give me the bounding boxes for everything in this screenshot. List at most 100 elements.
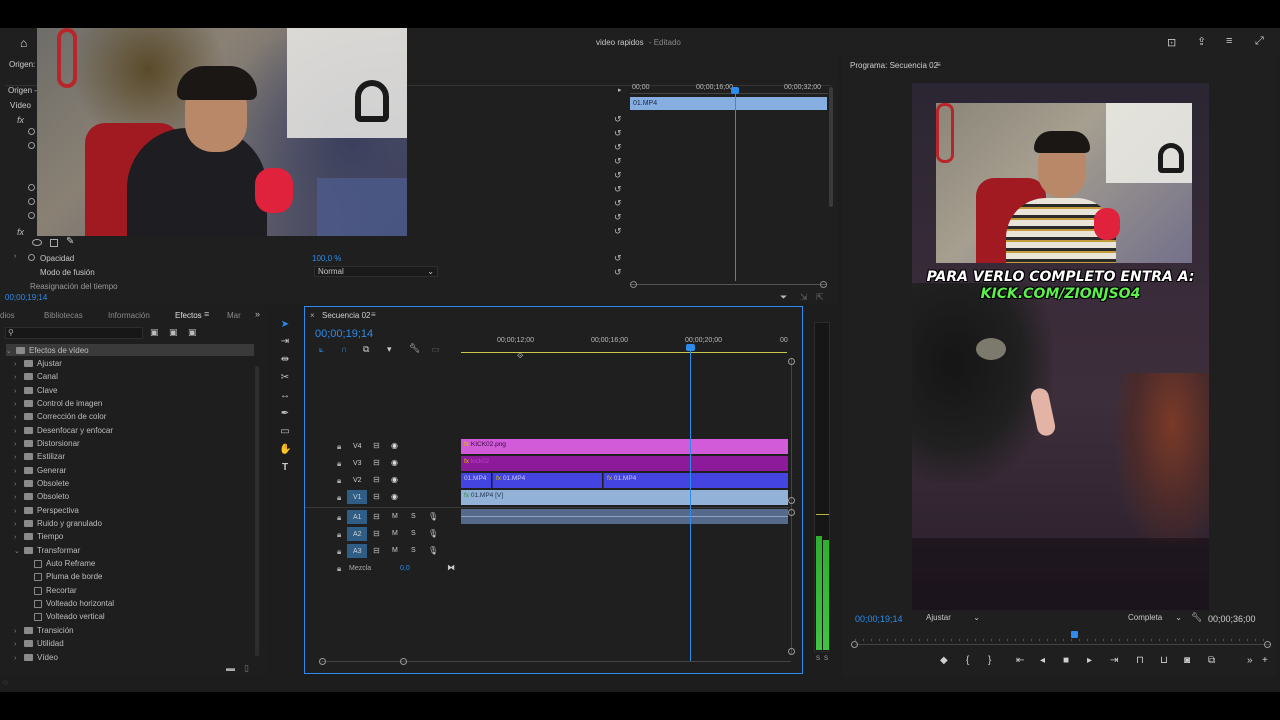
scroll-handle[interactable] [319,658,326,665]
effect-item[interactable]: Volteado vertical [34,610,105,623]
track-label-a3[interactable]: A3 [353,548,362,555]
tree-item[interactable]: › Obsolete [14,477,69,490]
razor-tool-icon[interactable]: ✂ [279,372,291,384]
step-back-icon[interactable]: ◂ [1040,655,1045,666]
timeline-vscroll[interactable] [791,359,792,654]
fullscreen-icon[interactable]: ⤢ [1255,35,1264,48]
panel-menu-icon[interactable]: ≡ [371,310,376,319]
share-icon[interactable]: ⇪ [1197,35,1206,48]
effect-item[interactable]: Auto Reframe [34,557,95,570]
tab-info[interactable]: Información [108,311,150,320]
lock-icon[interactable]: 🔒︎ [337,513,341,523]
clip-a1[interactable] [461,509,788,524]
blend-mode-select[interactable]: Normal ⌄ [314,266,438,277]
expand-arrow-icon[interactable]: › [14,253,16,260]
tree-item[interactable]: › Generar [14,464,66,477]
track-label-a1[interactable]: A1 [353,514,362,521]
scroll-handle[interactable] [788,509,795,516]
eye-icon[interactable]: ◉ [391,492,398,501]
solo-right[interactable]: S [824,656,828,662]
fit-select[interactable]: Ajustar ⌄ [926,613,980,625]
accelerated-effects-icon[interactable]: ▣ [150,327,159,338]
quick-export-icon[interactable]: ⊡ [1167,36,1176,49]
panel-menu-icon[interactable]: ≡ [936,60,941,69]
32bit-effects-icon[interactable]: ▣ [169,327,178,338]
stopwatch-icon[interactable] [28,212,35,219]
playhead-handle[interactable] [686,344,695,351]
scroll-handle[interactable] [820,281,827,288]
stopwatch-icon[interactable] [28,184,35,191]
tree-item[interactable]: › Estilizar [14,450,65,463]
stopwatch-icon[interactable] [28,128,35,135]
lift-icon[interactable]: ⊓ [1136,655,1144,666]
close-icon[interactable]: × [310,311,315,320]
track-select-tool-icon[interactable]: ⇥ [279,336,291,348]
go-to-out-icon[interactable]: ⇥ [1110,655,1118,666]
sync-lock-icon[interactable]: ⊟ [373,512,380,521]
mute-button[interactable]: M [392,547,398,554]
sync-lock-icon[interactable]: ⊟ [373,441,380,450]
clip-v2-a[interactable]: 01.MP4 [461,473,491,488]
effect-item[interactable]: Volteado horizontal [34,597,114,610]
stopwatch-icon[interactable] [28,198,35,205]
source-tab[interactable]: Origen: [9,60,35,69]
sync-lock-icon[interactable]: ⊟ [373,546,380,555]
captions-icon[interactable]: ▭ [431,344,440,355]
tree-item[interactable]: › Distorsionar [14,437,80,450]
lock-icon[interactable]: 🔒︎ [337,564,341,574]
pen-tool-icon[interactable]: ✒ [279,408,291,420]
mini-scrollbar[interactable] [630,284,826,285]
sync-lock-icon[interactable]: ⊟ [373,475,380,484]
mini-ruler[interactable]: 00;00 00;00;16;00 00;00;32;00 [630,84,828,94]
solo-left[interactable]: S [816,656,820,662]
tab-effects[interactable]: Efectos [175,311,202,320]
sync-lock-icon[interactable]: ⊟ [373,529,380,538]
mini-clip[interactable]: 01.MP4 [630,97,827,110]
stop-icon[interactable]: ■ [1063,655,1069,666]
solo-button[interactable]: S [411,547,416,554]
scroll-handle[interactable] [400,658,407,665]
snap-icon[interactable]: ∩ [341,344,347,354]
scroll-handle[interactable] [630,281,637,288]
program-title[interactable]: Programa: Secuencia 02 [850,61,938,70]
tree-item[interactable]: › Utilidad [14,637,64,650]
more-tabs-icon[interactable]: » [255,309,260,319]
sync-lock-icon[interactable]: ⊟ [373,458,380,467]
effect-item[interactable]: Pluma de borde [34,570,102,583]
hand-tool-icon[interactable]: ✋ [279,444,291,456]
wrench-icon[interactable]: 🔧︎ [1191,612,1202,623]
microphone-icon[interactable]: 🎙︎ [428,546,438,555]
microphone-icon[interactable]: 🎙︎ [428,512,438,521]
sync-lock-icon[interactable]: ⊟ [373,492,380,501]
quality-select[interactable]: Completa ⌄ [1128,613,1182,625]
tree-item[interactable]: › Desenfocar y enfocar [14,424,113,437]
go-to-in-icon[interactable]: ⇤ [1016,655,1024,666]
microphone-icon[interactable]: 🎙︎ [428,529,438,538]
track-label-v1[interactable]: V1 [353,494,362,501]
stopwatch-icon[interactable] [28,142,35,149]
scroll-handle[interactable] [788,648,795,655]
tree-item[interactable]: › Clave [14,384,57,397]
tree-item[interactable]: › Tiempo [14,530,63,543]
clip-v1[interactable]: fx 01.MP4 [V] [461,490,788,505]
delete-icon[interactable]: ▯ [244,663,249,674]
program-video-frame[interactable]: PARA VERLO COMPLETO ENTRA A: KICK.COM/ZI… [912,83,1209,610]
tree-item[interactable]: › Canal [14,370,58,383]
program-playhead[interactable] [1071,631,1078,638]
clip-v2-b[interactable]: fx 01.MP4 [492,473,602,488]
ripple-icon[interactable]: ⇲ [800,292,808,303]
scroll-handle[interactable] [1264,641,1271,648]
track-label-a2[interactable]: A2 [353,531,362,538]
slip-tool-icon[interactable]: ↔ [279,390,291,402]
scroll-handle[interactable] [851,641,858,648]
home-icon[interactable]: ⌂ [20,36,27,50]
selection-tool-icon[interactable]: ➤ [279,319,291,331]
ellipse-mask-icon[interactable] [32,239,42,246]
tree-item[interactable]: › Perspectiva [14,504,79,517]
tree-item[interactable]: › Ajustar [14,357,62,370]
tab-media[interactable]: dios [0,311,15,320]
in-marker-icon[interactable]: ⟐ [517,351,523,361]
lock-icon[interactable]: 🔒︎ [337,459,341,469]
mark-out-icon[interactable]: } [988,655,991,666]
timeline-hscroll[interactable] [321,661,791,662]
